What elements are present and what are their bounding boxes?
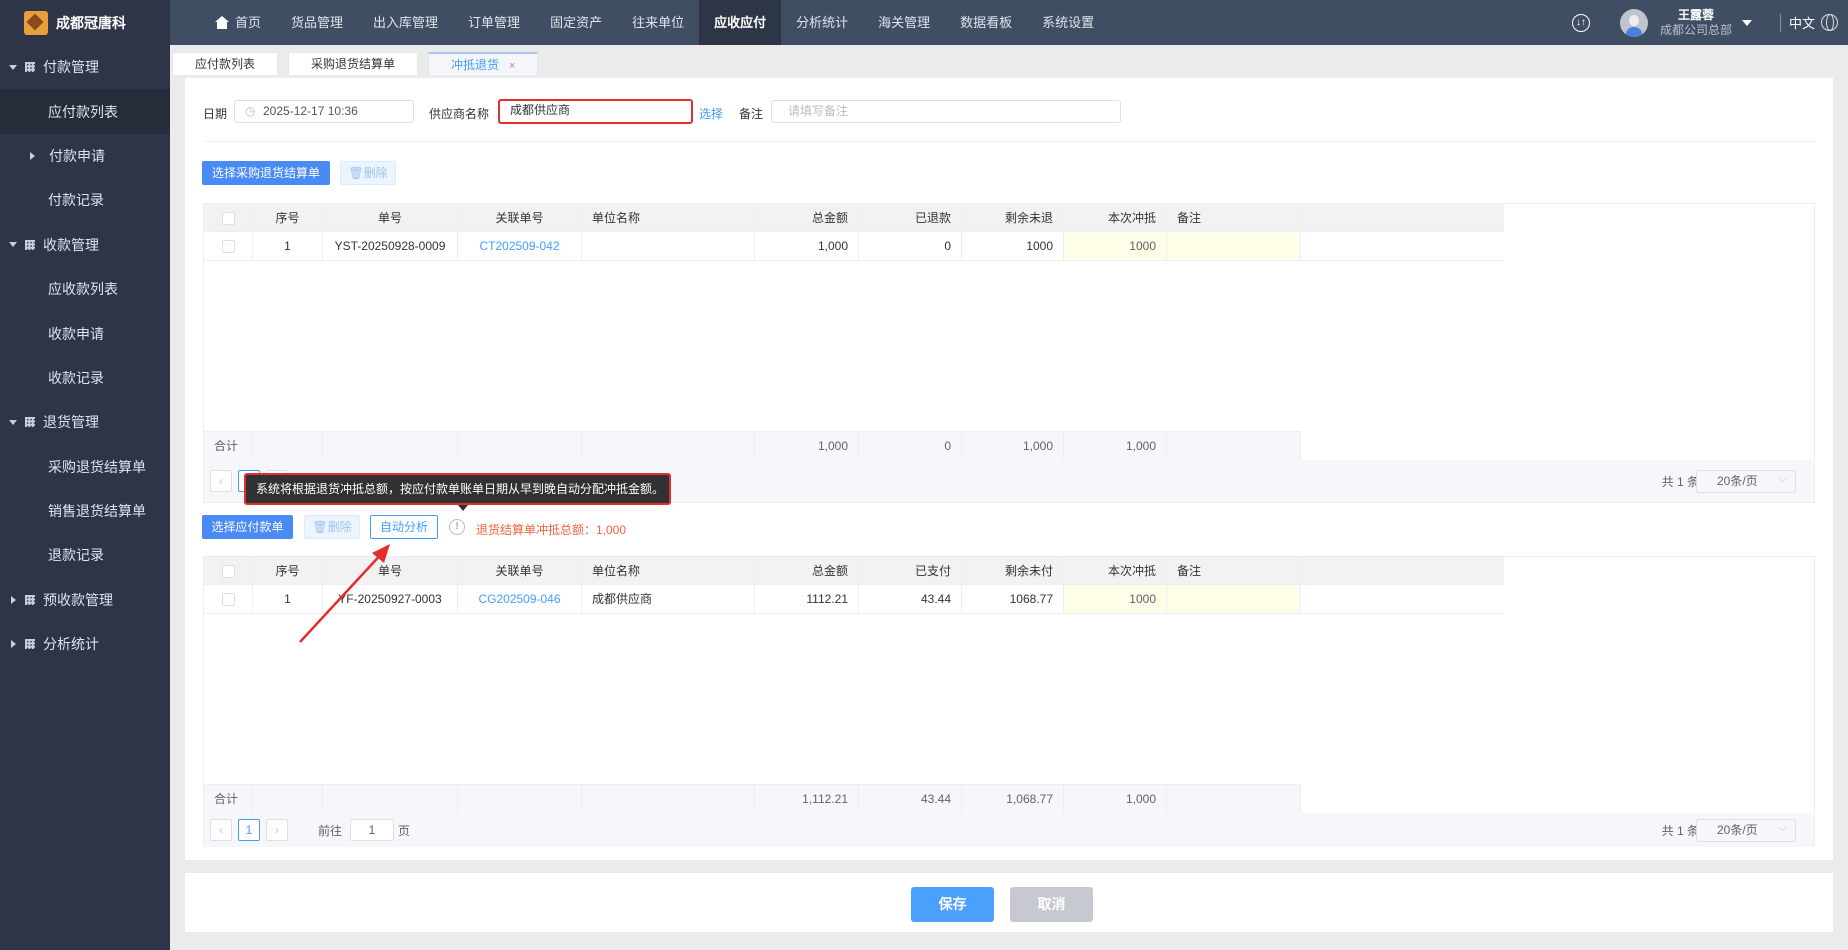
annotation-arrow — [299, 544, 390, 643]
